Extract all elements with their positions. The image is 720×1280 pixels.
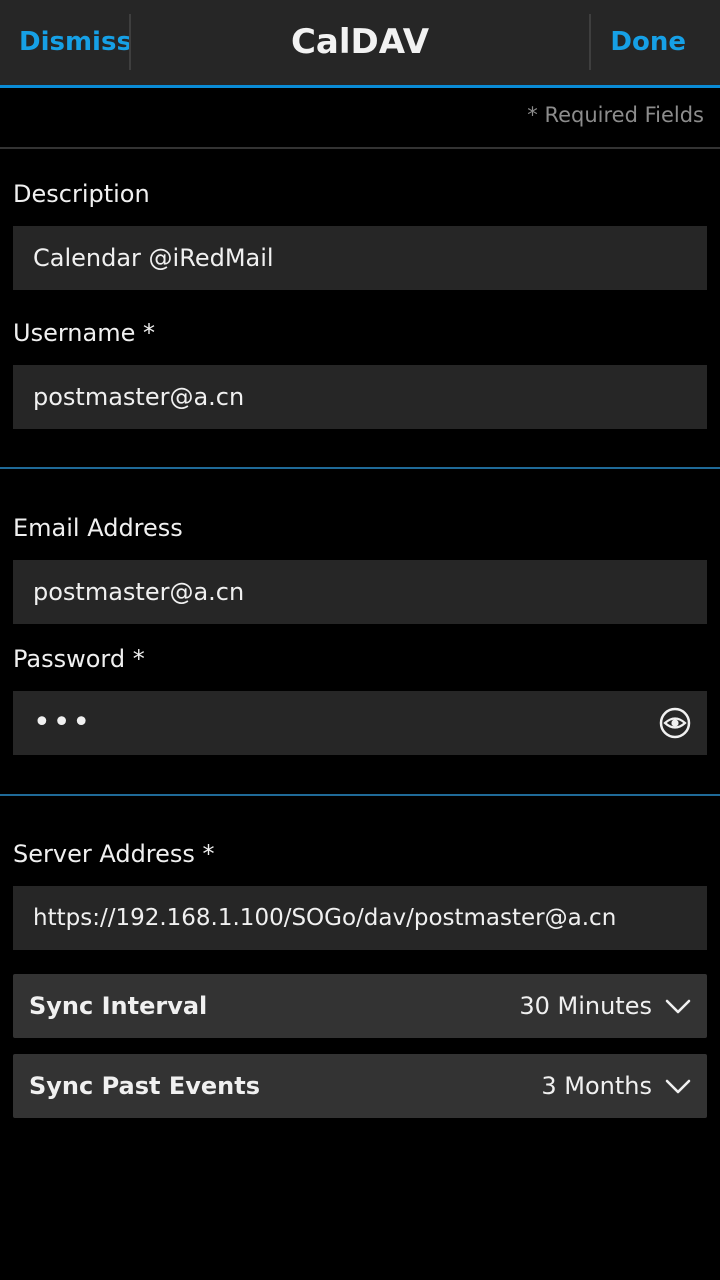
sync-past-events-value: 3 Months	[541, 1072, 652, 1100]
server-address-label: Server Address *	[13, 840, 215, 868]
section-divider	[0, 467, 720, 469]
server-address-field[interactable]: https://192.168.1.100/SOGo/dav/postmaste…	[13, 886, 707, 950]
description-label: Description	[13, 180, 150, 208]
email-label: Email Address	[13, 514, 183, 542]
sync-interval-label: Sync Interval	[29, 992, 208, 1020]
required-fields-note: * Required Fields	[527, 103, 704, 127]
password-label: Password *	[13, 645, 145, 673]
username-field[interactable]: postmaster@a.cn	[13, 365, 707, 429]
sync-past-events-label: Sync Past Events	[29, 1072, 261, 1100]
chevron-down-icon	[665, 999, 691, 1014]
sync-interval-value: 30 Minutes	[519, 992, 652, 1020]
caldav-screen: Dismiss CalDAV Done * Required Fields De…	[0, 0, 720, 1280]
sync-past-events-dropdown[interactable]: Sync Past Events 3 Months	[13, 1054, 707, 1118]
section-divider	[0, 794, 720, 796]
chevron-down-icon	[665, 1079, 691, 1094]
description-field[interactable]: Calendar @iRedMail	[13, 226, 707, 290]
title-bar: Dismiss CalDAV Done	[0, 0, 720, 88]
password-value: •••	[33, 705, 93, 740]
password-field[interactable]: •••	[13, 691, 707, 755]
divider	[0, 147, 720, 149]
email-field[interactable]: postmaster@a.cn	[13, 560, 707, 624]
sync-interval-dropdown[interactable]: Sync Interval 30 Minutes	[13, 974, 707, 1038]
username-label: Username *	[13, 319, 155, 347]
title-separator-right	[589, 14, 591, 70]
eye-icon[interactable]	[659, 707, 691, 739]
done-button[interactable]: Done	[610, 0, 686, 85]
